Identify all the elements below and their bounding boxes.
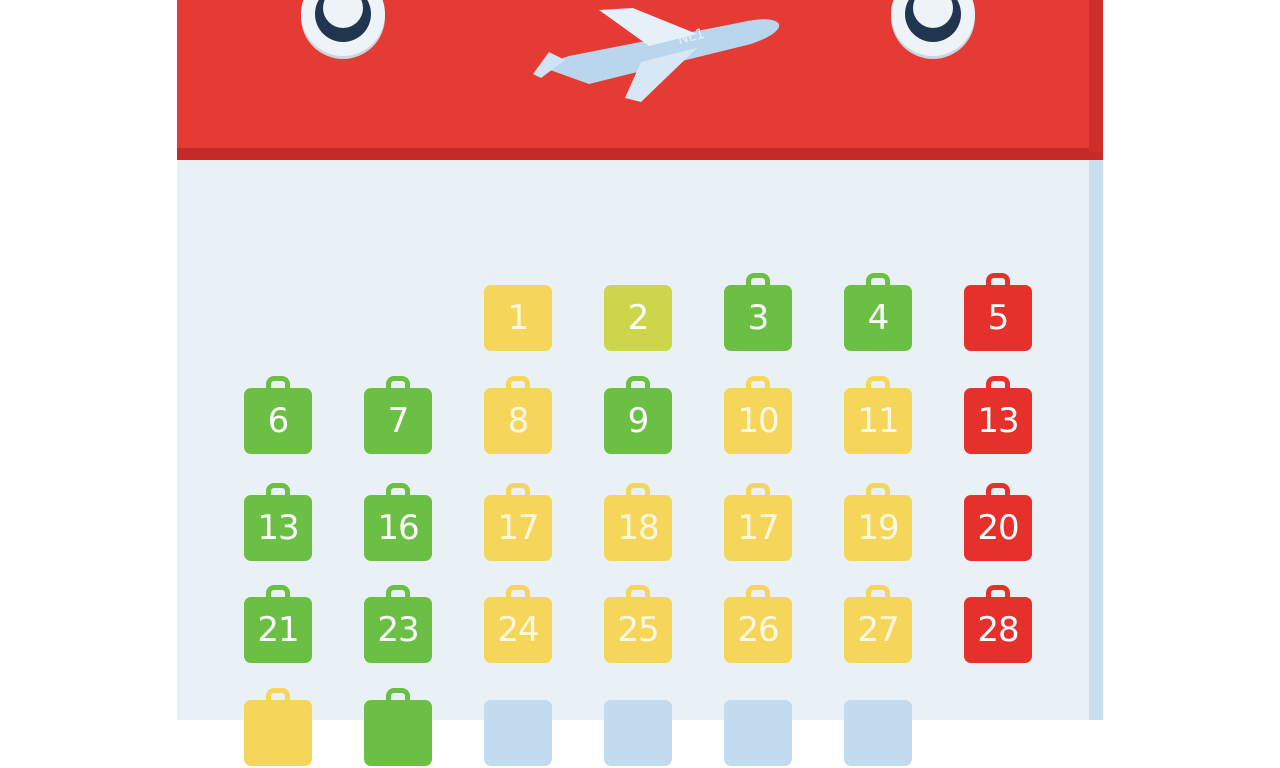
calendar-header-shadow — [177, 148, 1103, 160]
day-number: 10 — [724, 388, 792, 454]
day-number: 3 — [724, 285, 792, 351]
day-number: 28 — [964, 597, 1032, 663]
day-number: 7 — [364, 388, 432, 454]
day-number — [604, 700, 672, 766]
day-bag: 6 — [244, 376, 312, 456]
day-bag — [724, 700, 792, 768]
day-bag: 19 — [844, 483, 912, 563]
day-bag: 16 — [364, 483, 432, 563]
day-number: 5 — [964, 285, 1032, 351]
day-number: 26 — [724, 597, 792, 663]
day-bag: 5 — [964, 273, 1032, 353]
day-number — [244, 700, 312, 766]
day-number: 6 — [244, 388, 312, 454]
day-bag — [484, 700, 552, 768]
day-number: 17 — [724, 495, 792, 561]
day-bag: 7 — [364, 376, 432, 456]
day-number: 9 — [604, 388, 672, 454]
day-bag: 28 — [964, 585, 1032, 665]
day-number: 25 — [604, 597, 672, 663]
day-bag: 1 — [484, 285, 552, 353]
day-bag: 23 — [364, 585, 432, 665]
day-number: 20 — [964, 495, 1032, 561]
day-bag — [364, 688, 432, 768]
day-number: 13 — [964, 388, 1032, 454]
day-number: 1 — [484, 285, 552, 351]
day-bag: 13 — [244, 483, 312, 563]
day-bag: 18 — [604, 483, 672, 563]
day-bag: 27 — [844, 585, 912, 665]
day-number: 8 — [484, 388, 552, 454]
day-number: 17 — [484, 495, 552, 561]
day-bag: 3 — [724, 273, 792, 353]
day-bag: 24 — [484, 585, 552, 665]
day-bag: 13 — [964, 376, 1032, 456]
calendar-header-edge — [1089, 0, 1103, 152]
day-number — [364, 700, 432, 766]
day-bag: 17 — [724, 483, 792, 563]
day-number — [844, 700, 912, 766]
travel-calendar: NL1 1 2 3 4 5 6 7 8 9 10 11 13 13 16 17 18 17 19 20 21 23 24 2… — [177, 0, 1103, 766]
day-number: 13 — [244, 495, 312, 561]
day-bag: 4 — [844, 273, 912, 353]
day-number — [484, 700, 552, 766]
day-bag: 10 — [724, 376, 792, 456]
calendar-edge — [1089, 150, 1103, 720]
day-number: 2 — [604, 285, 672, 351]
day-number: 19 — [844, 495, 912, 561]
airplane-icon: NL1 — [533, 8, 780, 102]
day-number: 27 — [844, 597, 912, 663]
day-number: 4 — [844, 285, 912, 351]
day-bag — [844, 700, 912, 768]
day-bag: 25 — [604, 585, 672, 665]
day-number: 24 — [484, 597, 552, 663]
day-bag: 9 — [604, 376, 672, 456]
day-bag: 8 — [484, 376, 552, 456]
day-bag — [244, 688, 312, 768]
day-bag — [604, 700, 672, 768]
day-number: 23 — [364, 597, 432, 663]
day-number: 18 — [604, 495, 672, 561]
day-bag: 17 — [484, 483, 552, 563]
day-bag: 2 — [604, 285, 672, 353]
day-number: 16 — [364, 495, 432, 561]
day-bag: 20 — [964, 483, 1032, 563]
day-number — [724, 700, 792, 766]
day-bag: 21 — [244, 585, 312, 665]
day-number: 21 — [244, 597, 312, 663]
day-bag: 11 — [844, 376, 912, 456]
day-number: 11 — [844, 388, 912, 454]
day-bag: 26 — [724, 585, 792, 665]
